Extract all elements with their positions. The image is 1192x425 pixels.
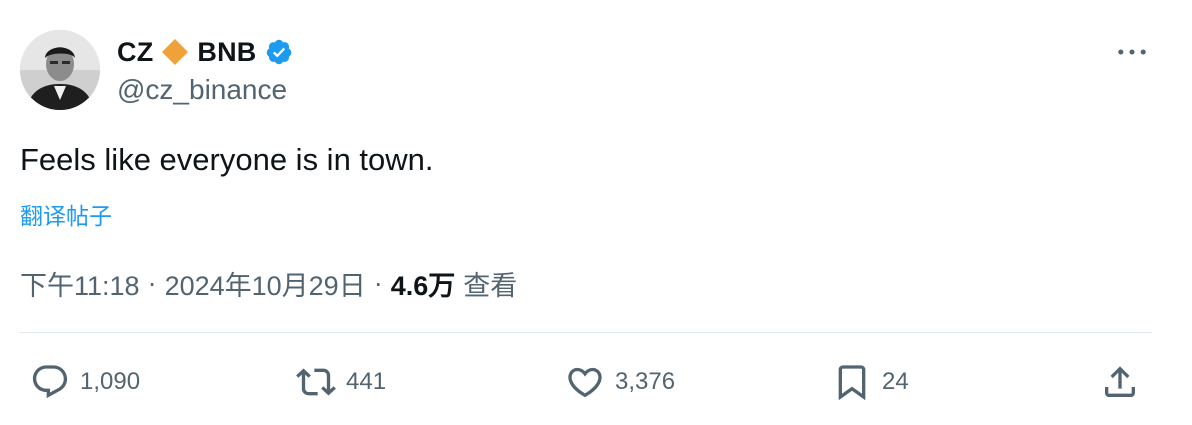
views-count[interactable]: 4.6万 <box>391 264 456 303</box>
tweet-text: Feels like everyone is in town. <box>20 142 434 177</box>
bookmark-count: 24 <box>882 368 909 395</box>
tweet: CZ BNB @cz_binance Feels like everyone i… <box>0 0 1192 425</box>
meta-separator: · <box>373 268 383 298</box>
reply-count: 1,090 <box>80 368 141 395</box>
reply-icon <box>30 362 70 402</box>
like-button[interactable]: 3,376 <box>565 360 675 404</box>
meta-separator: · <box>147 268 157 298</box>
more-dots-icon <box>1118 49 1146 55</box>
display-name-part2: BNB <box>197 36 257 67</box>
display-name-part1: CZ <box>117 36 154 67</box>
repost-count: 441 <box>346 368 387 395</box>
user-handle[interactable]: @cz_binance <box>117 74 287 106</box>
bookmark-button[interactable]: 24 <box>832 360 909 404</box>
display-name-row[interactable]: CZ BNB <box>117 33 293 71</box>
repost-button[interactable]: 441 <box>296 360 386 404</box>
views-label[interactable]: 查看 <box>463 264 517 303</box>
reply-button[interactable]: 1,090 <box>30 360 140 404</box>
diamond-icon <box>161 38 189 66</box>
post-time[interactable]: 下午11:18 <box>20 264 140 303</box>
divider <box>20 332 1152 333</box>
tweet-meta: 下午11:18 · 2024年10月29日 · 4.6万 查看 <box>20 264 517 303</box>
more-options-button[interactable] <box>1112 38 1152 66</box>
share-icon <box>1100 362 1140 402</box>
verified-badge-icon[interactable] <box>265 38 293 66</box>
repost-icon <box>296 362 336 402</box>
bookmark-icon <box>832 362 872 402</box>
translate-post-link[interactable]: 翻译帖子 <box>20 197 112 231</box>
share-button[interactable] <box>1100 360 1140 404</box>
like-count: 3,376 <box>615 368 676 395</box>
heart-icon <box>565 362 605 402</box>
avatar[interactable] <box>20 30 100 110</box>
post-date[interactable]: 2024年10月29日 <box>165 264 366 303</box>
profile-photo-icon <box>20 30 100 110</box>
